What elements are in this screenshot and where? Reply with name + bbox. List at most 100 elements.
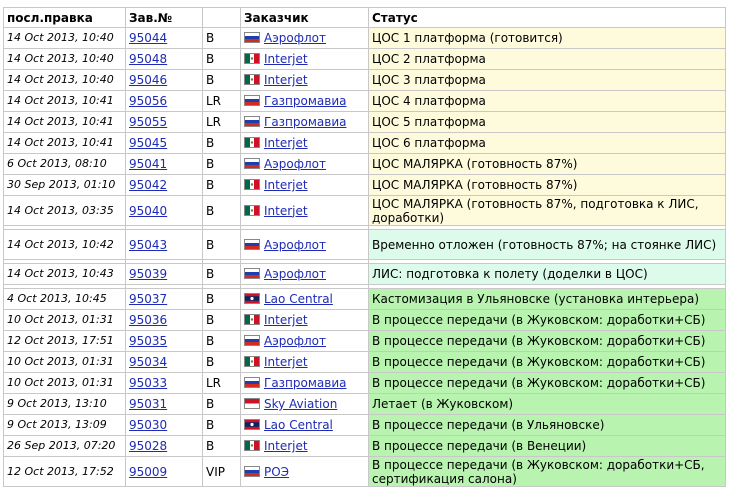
- indonesia-flag-icon: [244, 398, 260, 409]
- customer-link[interactable]: Interjet: [264, 136, 308, 150]
- table-row: 30 Sep 2013, 01:10 95042 B Interjet ЦОС МАЛЯ…: [3, 174, 726, 196]
- table-row: 14 Oct 2013, 10:41 95055 LR Газпромавиа ЦОС …: [3, 111, 726, 133]
- serial-number-link[interactable]: 95033: [129, 376, 167, 390]
- serial-number-link[interactable]: 95043: [129, 238, 167, 252]
- type-cell: B: [202, 414, 241, 436]
- type-cell: B: [202, 174, 241, 196]
- serial-number-cell: 95035: [125, 330, 203, 352]
- customer-link[interactable]: Газпромавиа: [264, 94, 347, 108]
- russia-flag-icon: [244, 95, 260, 106]
- customer-cell: Interjet: [240, 195, 369, 226]
- status-cell: ЦОС 6 платформа: [368, 132, 726, 154]
- header-last-edit[interactable]: посл.правка: [3, 7, 126, 28]
- customer-cell: Газпромавиа: [240, 90, 369, 112]
- serial-number-link[interactable]: 95039: [129, 267, 167, 281]
- customer-link[interactable]: Lao Central: [264, 292, 333, 306]
- russia-flag-icon: [244, 158, 260, 169]
- serial-number-link[interactable]: 95034: [129, 355, 167, 369]
- status-cell: В процессе передачи (в Ульяновске): [368, 414, 726, 436]
- customer-link[interactable]: Interjet: [264, 355, 308, 369]
- serial-number-link[interactable]: 95031: [129, 397, 167, 411]
- serial-number-link[interactable]: 95046: [129, 73, 167, 87]
- customer-link[interactable]: РОЭ: [264, 465, 289, 479]
- customer-link[interactable]: Газпромавиа: [264, 376, 347, 390]
- table-row: 14 Oct 2013, 10:40 95048 B Interjet ЦОС 2 пл…: [3, 48, 726, 70]
- serial-number-link[interactable]: 95030: [129, 418, 167, 432]
- customer-link[interactable]: Аэрофлот: [264, 238, 326, 252]
- serial-number-link[interactable]: 95028: [129, 439, 167, 453]
- customer-link[interactable]: Аэрофлот: [264, 157, 326, 171]
- last-edit-cell: 14 Oct 2013, 10:42: [3, 229, 126, 260]
- last-edit-cell: 9 Oct 2013, 13:10: [3, 393, 126, 415]
- table-row: 14 Oct 2013, 10:41 95056 LR Газпромавиа ЦОС …: [3, 90, 726, 112]
- status-cell: Временно отложен (готовность 87%; на сто…: [368, 229, 726, 260]
- customer-cell: Interjet: [240, 351, 369, 373]
- customer-link[interactable]: Interjet: [264, 313, 308, 327]
- type-cell: LR: [202, 111, 241, 133]
- serial-number-cell: 95045: [125, 132, 203, 154]
- customer-cell: Interjet: [240, 435, 369, 457]
- header-serial-number[interactable]: Зав.№: [125, 7, 203, 28]
- customer-link[interactable]: Interjet: [264, 204, 308, 218]
- mexico-flag-icon: [244, 440, 260, 451]
- serial-number-cell: 95033: [125, 372, 203, 394]
- serial-number-link[interactable]: 95037: [129, 292, 167, 306]
- customer-link[interactable]: Interjet: [264, 439, 308, 453]
- russia-flag-icon: [244, 238, 260, 250]
- status-cell: В процессе передачи (в Жуковском: дорабо…: [368, 330, 726, 352]
- serial-number-link[interactable]: 95044: [129, 31, 167, 45]
- type-cell: VIP: [202, 456, 241, 487]
- customer-link[interactable]: Interjet: [264, 178, 308, 192]
- russia-flag-icon: [244, 268, 260, 279]
- serial-number-link[interactable]: 95048: [129, 52, 167, 66]
- type-cell: B: [202, 435, 241, 457]
- serial-number-cell: 95044: [125, 27, 203, 49]
- table-row: 6 Oct 2013, 08:10 95041 B Аэрофлот ЦОС МАЛЯР…: [3, 153, 726, 175]
- customer-cell: Sky Aviation: [240, 393, 369, 415]
- status-cell: ЦОС 5 платформа: [368, 111, 726, 133]
- customer-link[interactable]: Interjet: [264, 52, 308, 66]
- serial-number-link[interactable]: 95055: [129, 115, 167, 129]
- serial-number-link[interactable]: 95056: [129, 94, 167, 108]
- serial-number-cell: 95046: [125, 69, 203, 91]
- serial-number-link[interactable]: 95040: [129, 204, 167, 218]
- last-edit-cell: 4 Oct 2013, 10:45: [3, 288, 126, 310]
- serial-number-link[interactable]: 95036: [129, 313, 167, 327]
- customer-cell: Аэрофлот: [240, 263, 369, 285]
- last-edit-cell: 14 Oct 2013, 03:35: [3, 195, 126, 226]
- table-row: 9 Oct 2013, 13:09 95030 B Lao Central В проц…: [3, 414, 726, 436]
- customer-link[interactable]: Interjet: [264, 73, 308, 87]
- table-body: 14 Oct 2013, 10:40 95044 B Аэрофлот ЦОС 1 пл…: [3, 27, 726, 487]
- last-edit-cell: 9 Oct 2013, 13:09: [3, 414, 126, 436]
- customer-link[interactable]: Sky Aviation: [264, 397, 337, 411]
- serial-number-cell: 95043: [125, 229, 203, 260]
- mexico-flag-icon: [244, 356, 260, 367]
- last-edit-cell: 14 Oct 2013, 10:41: [3, 90, 126, 112]
- customer-link[interactable]: Lao Central: [264, 418, 333, 432]
- customer-cell: Interjet: [240, 48, 369, 70]
- status-cell: Кастомизация в Ульяновске (установка инт…: [368, 288, 726, 310]
- table-row: 14 Oct 2013, 10:40 95046 B Interjet ЦОС 3 пл…: [3, 69, 726, 91]
- status-cell: В процессе передачи (в Венеции): [368, 435, 726, 457]
- customer-link[interactable]: Аэрофлот: [264, 334, 326, 348]
- serial-number-link[interactable]: 95035: [129, 334, 167, 348]
- header-status[interactable]: Статус: [368, 7, 726, 28]
- last-edit-cell: 14 Oct 2013, 10:41: [3, 111, 126, 133]
- table-row: 14 Oct 2013, 10:43 95039 B Аэрофлот ЛИС: под…: [3, 263, 726, 285]
- serial-number-link[interactable]: 95045: [129, 136, 167, 150]
- customer-link[interactable]: Газпромавиа: [264, 115, 347, 129]
- type-cell: B: [202, 330, 241, 352]
- serial-number-cell: 95056: [125, 90, 203, 112]
- serial-number-link[interactable]: 95042: [129, 178, 167, 192]
- customer-link[interactable]: Аэрофлот: [264, 267, 326, 281]
- mexico-flag-icon: [244, 74, 260, 85]
- status-cell: ЦОС 2 платформа: [368, 48, 726, 70]
- serial-number-link[interactable]: 95009: [129, 465, 167, 479]
- header-customer[interactable]: Заказчик: [240, 7, 369, 28]
- customer-link[interactable]: Аэрофлот: [264, 31, 326, 45]
- table-header-row: посл.правка Зав.№ Заказчик Статус: [3, 7, 726, 28]
- serial-number-cell: 95036: [125, 309, 203, 331]
- mexico-flag-icon: [244, 179, 260, 190]
- table-row: 14 Oct 2013, 10:40 95044 B Аэрофлот ЦОС 1 пл…: [3, 27, 726, 49]
- serial-number-link[interactable]: 95041: [129, 157, 167, 171]
